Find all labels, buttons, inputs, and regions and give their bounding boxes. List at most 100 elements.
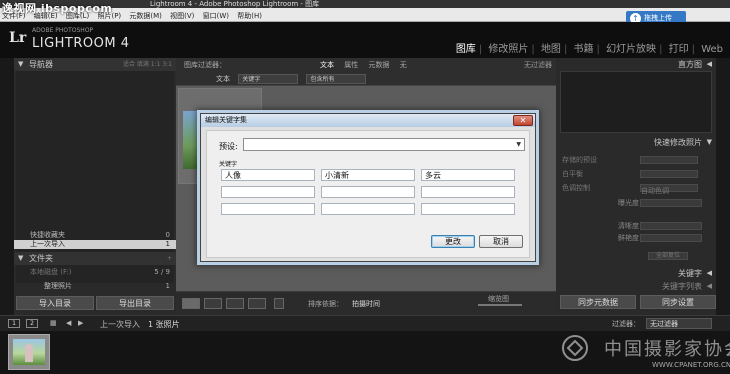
back-arrow-icon[interactable]: ◀ bbox=[66, 319, 71, 327]
exposure-row: 曝光度 bbox=[556, 197, 716, 209]
module-slideshow[interactable]: 幻灯片放映 bbox=[603, 40, 659, 55]
filter-tab-metadata[interactable]: 元数据 bbox=[364, 60, 393, 70]
keyword-field-9[interactable] bbox=[421, 203, 515, 215]
exposure-stepper[interactable] bbox=[640, 199, 702, 207]
keyword-field-7[interactable] bbox=[221, 203, 315, 215]
close-icon[interactable]: ✕ bbox=[513, 115, 533, 126]
keyword-list-title: 关键字列表 bbox=[662, 282, 702, 291]
dialog-title-bar[interactable]: 编辑关键字集 ✕ bbox=[201, 114, 535, 127]
grid-view-icon[interactable] bbox=[182, 298, 200, 309]
compare-view-icon[interactable] bbox=[226, 298, 244, 309]
saved-preset-row[interactable]: 存储的预设 bbox=[556, 154, 716, 166]
folder-label: 本地磁盘 (F:) bbox=[30, 268, 72, 276]
catalog-item-previous-import[interactable]: 上一次导入 1 bbox=[14, 240, 176, 249]
sort-select[interactable]: 拍摄时间 bbox=[352, 299, 380, 309]
catalog-item-quick-collection[interactable]: 快捷收藏夹 0 bbox=[14, 231, 176, 240]
filter-tab-none[interactable]: 无 bbox=[396, 60, 411, 70]
filter-tabs: 文本 属性 元数据 无 bbox=[316, 60, 411, 70]
left-edge-toggle[interactable] bbox=[0, 58, 14, 315]
auto-tone-button[interactable]: 自动色调 bbox=[640, 184, 698, 195]
sync-metadata-button[interactable]: 同步元数据 bbox=[560, 295, 636, 309]
lightroom-logo: Lr bbox=[9, 30, 27, 46]
keywording-header[interactable]: 关键字 ◀ bbox=[556, 267, 716, 280]
filter-tab-attribute[interactable]: 属性 bbox=[340, 60, 362, 70]
keyword-field-6[interactable] bbox=[421, 186, 515, 198]
filter-tab-text[interactable]: 文本 bbox=[316, 60, 338, 70]
keyword-field-1[interactable]: 人像 bbox=[221, 169, 315, 181]
import-catalog-button[interactable]: 导入目录 bbox=[16, 296, 94, 310]
tone-control-row[interactable]: 色调控制 自动色调 bbox=[556, 182, 716, 195]
dialog-title: 编辑关键字集 bbox=[205, 116, 247, 124]
forward-arrow-icon[interactable]: ▶ bbox=[78, 319, 83, 327]
white-balance-row[interactable]: 白平衡 bbox=[556, 168, 716, 180]
keyword-field-4[interactable] bbox=[221, 186, 315, 198]
filmstrip-filter-select[interactable]: 无过滤器 bbox=[646, 318, 712, 329]
add-folder-icon[interactable]: + bbox=[167, 252, 172, 265]
quick-develop-title: 快速修改照片 bbox=[654, 138, 702, 147]
preset-select[interactable]: ▼ bbox=[243, 138, 525, 151]
module-print[interactable]: 打印 bbox=[666, 40, 692, 55]
sort-label: 排序依据： bbox=[308, 300, 343, 308]
folders-header[interactable]: ▼ 文件夹 + bbox=[14, 252, 176, 265]
text-filter-field-select[interactable]: 关键字 bbox=[238, 74, 299, 84]
histogram bbox=[560, 71, 712, 133]
lightroom-window: Lightroom 4 - Adobe Photoshop Lightroom … bbox=[0, 0, 730, 374]
sync-settings-button[interactable]: 同步设置 bbox=[640, 295, 716, 309]
reset-row: 全部复位 bbox=[556, 250, 716, 262]
menu-metadata[interactable]: 元数据(M) bbox=[126, 8, 165, 21]
cancel-button[interactable]: 取消 bbox=[479, 235, 523, 248]
filmstrip-thumbnail[interactable] bbox=[8, 334, 50, 370]
photo-count: 1 张照片 bbox=[148, 320, 180, 329]
text-filter-row: 文本 关键字 包含所有 bbox=[216, 74, 367, 84]
right-edge-toggle[interactable] bbox=[716, 58, 730, 315]
change-button[interactable]: 更改 bbox=[431, 235, 475, 248]
keyword-list-header[interactable]: 关键字列表 ◀ bbox=[556, 280, 716, 293]
menu-window[interactable]: 窗口(W) bbox=[200, 8, 232, 21]
watermark-bottom-right: 中国摄影家协会 bbox=[604, 339, 730, 360]
loupe-view-icon[interactable] bbox=[204, 298, 222, 309]
navigator-zoom-options[interactable]: 适合 填满 1:1 3:1 bbox=[123, 58, 172, 71]
folder-count: 1 bbox=[165, 282, 170, 290]
navigator-title: 导航器 bbox=[29, 60, 53, 69]
left-panel: ▼ 导航器 适合 填满 1:1 3:1 快捷收藏夹 0 上一次导入 1 ▼ 文件… bbox=[14, 58, 176, 315]
thumbnail-size-label: 缩览图 bbox=[488, 295, 509, 303]
menu-view[interactable]: 视图(V) bbox=[167, 8, 197, 21]
menu-help[interactable]: 帮助(H) bbox=[234, 8, 265, 21]
catalog-item-count: 0 bbox=[165, 231, 170, 239]
saved-preset-select[interactable] bbox=[640, 156, 698, 164]
module-web[interactable]: Web bbox=[698, 44, 726, 55]
reset-all-button[interactable]: 全部复位 bbox=[648, 252, 688, 260]
vibrance-stepper[interactable] bbox=[640, 234, 702, 242]
painter-icon[interactable] bbox=[274, 298, 284, 309]
export-catalog-button[interactable]: 导出目录 bbox=[96, 296, 174, 310]
module-book[interactable]: 书籍 bbox=[571, 40, 597, 55]
folders-title: 文件夹 bbox=[29, 254, 53, 263]
photo-thumbnail bbox=[183, 111, 197, 169]
folder-volume[interactable]: 本地磁盘 (F:) 5 / 9 bbox=[14, 268, 176, 277]
folder-item[interactable]: 整理照片 1 bbox=[14, 282, 176, 291]
grid-icon[interactable]: ▦ bbox=[50, 319, 57, 327]
thumbnail-size-slider[interactable] bbox=[478, 304, 522, 306]
brand-small-text: ADOBE PHOTOSHOP bbox=[32, 27, 94, 34]
keyword-field-8[interactable] bbox=[321, 203, 415, 215]
module-library[interactable]: 图库 bbox=[453, 40, 479, 55]
clarity-stepper[interactable] bbox=[640, 222, 702, 230]
collapse-triangle-icon: ▼ bbox=[706, 138, 712, 146]
white-balance-select[interactable] bbox=[640, 170, 698, 178]
filmstrip-source[interactable]: 上一次导入 bbox=[100, 319, 140, 330]
filmstrip-nav-bar: 1 2 ▦ ◀ ▶ 上一次导入 1 张照片 过滤器： 无过滤器 bbox=[0, 315, 730, 331]
filter-preset-select[interactable]: 无过滤器 bbox=[524, 60, 552, 70]
text-filter-rule-select[interactable]: 包含所有 bbox=[306, 74, 367, 84]
survey-view-icon[interactable] bbox=[248, 298, 266, 309]
histogram-header[interactable]: 直方图 ◀ bbox=[556, 58, 716, 71]
primary-window-button[interactable]: 1 bbox=[8, 319, 20, 328]
keyword-field-2[interactable]: 小清新 bbox=[321, 169, 415, 181]
keyword-field-3[interactable]: 多云 bbox=[421, 169, 515, 181]
module-map[interactable]: 地图 bbox=[538, 40, 564, 55]
navigator-header[interactable]: ▼ 导航器 适合 填满 1:1 3:1 bbox=[14, 58, 176, 71]
keyword-field-5[interactable] bbox=[321, 186, 415, 198]
secondary-window-button[interactable]: 2 bbox=[26, 319, 38, 328]
histogram-title: 直方图 bbox=[678, 60, 702, 69]
quick-develop-header[interactable]: 快速修改照片 ▼ bbox=[556, 136, 716, 149]
module-develop[interactable]: 修改照片 bbox=[485, 40, 531, 55]
